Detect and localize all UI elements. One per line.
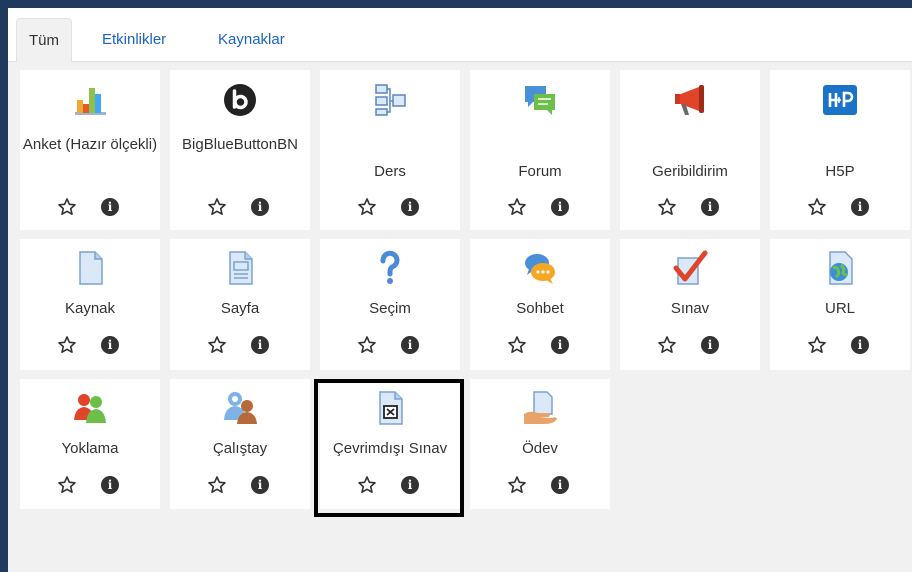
info-icon[interactable]: i [401,198,419,216]
assignment-hand-icon [522,390,558,426]
module-name: Anket (Hazır ölçekli) [22,136,158,153]
star-icon[interactable] [807,335,827,355]
info-icon[interactable]: i [701,336,719,354]
bigbluebutton-icon [222,82,258,118]
module-tile-ders[interactable]: Ders i [320,70,460,230]
info-icon[interactable]: i [401,336,419,354]
module-name: Sohbet [516,300,564,317]
module-tile-odev[interactable]: Ödev i [470,379,610,509]
question-mark-icon [372,250,408,286]
star-icon[interactable] [357,197,377,217]
attendance-people-icon [72,390,108,426]
star-icon[interactable] [657,197,677,217]
star-icon[interactable] [657,335,677,355]
star-icon[interactable] [507,475,527,495]
info-icon[interactable]: i [251,476,269,494]
module-tile-forum[interactable]: Forum i [470,70,610,230]
file-icon [72,250,108,286]
module-tile-kaynak[interactable]: Kaynak i [20,239,160,370]
info-icon[interactable]: i [101,476,119,494]
star-icon[interactable] [207,335,227,355]
info-icon[interactable]: i [101,336,119,354]
workshop-people-icon [222,390,258,426]
star-icon[interactable] [507,335,527,355]
page-icon [222,250,258,286]
tab-bar: Tüm Etkinlikler Kaynaklar [8,8,912,63]
offline-quiz-icon [372,390,408,426]
module-name: Sınav [670,300,710,317]
chat-bubbles-icon [522,250,558,286]
module-name: Çalıştay [212,440,268,457]
info-icon[interactable]: i [851,198,869,216]
module-tile-calistay[interactable]: Çalıştay i [170,379,310,509]
url-globe-icon [822,250,858,286]
module-name: Sayfa [220,300,260,317]
module-tile-bigbluebutton[interactable]: BigBlueButtonBN i [170,70,310,230]
h5p-icon [822,82,858,118]
module-name: Ders [374,163,406,180]
tab-activities[interactable]: Etkinlikler [90,18,178,63]
module-tile-yoklama[interactable]: Yoklama i [20,379,160,509]
module-name: BigBlueButtonBN [182,136,298,153]
star-icon[interactable] [807,197,827,217]
star-icon[interactable] [357,475,377,495]
star-icon[interactable] [207,197,227,217]
module-tile-cevrimdisi-sinav[interactable]: Çevrimdışı Sınav i [320,379,460,509]
info-icon[interactable]: i [551,476,569,494]
module-name: Geribildirim [652,163,728,180]
activity-chooser: Tüm Etkinlikler Kaynaklar Anket (Hazır ö… [8,8,912,572]
info-icon[interactable]: i [251,198,269,216]
module-name: Çevrimdışı Sınav [332,440,448,457]
module-tile-url[interactable]: URL i [770,239,910,370]
quiz-checkmark-icon [672,250,708,286]
tab-resources[interactable]: Kaynaklar [206,18,297,63]
info-icon[interactable]: i [551,336,569,354]
module-tile-sayfa[interactable]: Sayfa i [170,239,310,370]
forum-chat-icon [522,82,558,118]
star-icon[interactable] [57,475,77,495]
module-name: Kaynak [64,300,116,317]
star-icon[interactable] [357,335,377,355]
module-name: URL [824,300,855,317]
info-icon[interactable]: i [551,198,569,216]
module-tile-geribildirim[interactable]: Geribildirim i [620,70,760,230]
module-tile-anket[interactable]: Anket (Hazır ölçekli) i [20,70,160,230]
info-icon[interactable]: i [701,198,719,216]
star-icon[interactable] [57,197,77,217]
megaphone-icon [672,82,708,118]
module-tile-secim[interactable]: Seçim i [320,239,460,370]
star-icon[interactable] [57,335,77,355]
info-icon[interactable]: i [101,198,119,216]
info-icon[interactable]: i [251,336,269,354]
module-name: Ödev [522,440,558,457]
module-name: Forum [518,163,562,180]
module-tile-sohbet[interactable]: Sohbet i [470,239,610,370]
module-tile-h5p[interactable]: H5P i [770,70,910,230]
module-name: H5P [825,163,855,180]
module-tile-sinav[interactable]: Sınav i [620,239,760,370]
module-name: Seçim [369,300,411,317]
module-name: Yoklama [61,440,119,457]
tab-all[interactable]: Tüm [16,18,72,63]
info-icon[interactable]: i [851,336,869,354]
info-icon[interactable]: i [401,476,419,494]
lesson-flowchart-icon [372,82,408,118]
star-icon[interactable] [507,197,527,217]
bar-chart-icon [72,82,108,118]
star-icon[interactable] [207,475,227,495]
